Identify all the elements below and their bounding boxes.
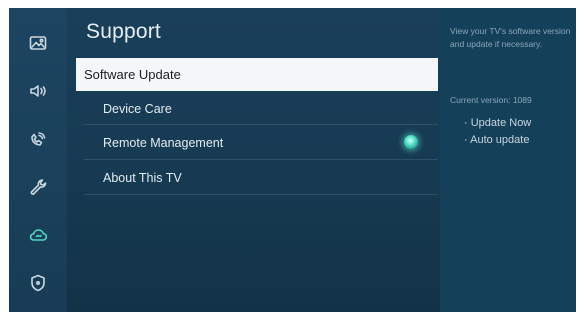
menu-item-label: Remote Management (103, 135, 224, 150)
option-auto-update: · Auto update (464, 134, 530, 146)
menu-item-device-care[interactable]: Device Care (84, 93, 438, 124)
shield-icon[interactable] (25, 270, 51, 296)
divider (84, 194, 438, 195)
tv-screen: Support Software Update Device Care Remo… (9, 8, 576, 312)
menu-item-about-this-tv[interactable]: About This TV (84, 162, 438, 193)
picture-icon[interactable] (25, 30, 51, 56)
info-panel: View your TV's software version and upda… (440, 8, 576, 312)
menu-item-software-update[interactable]: Software Update (76, 58, 438, 91)
wrench-icon[interactable] (25, 174, 51, 200)
menu-item-label: Software Update (84, 67, 181, 82)
sidebar (9, 8, 67, 312)
menu-item-label: About This TV (103, 170, 182, 185)
broadcast-icon[interactable] (25, 126, 51, 152)
support-menu: Support Software Update Device Care Remo… (67, 8, 439, 312)
menu-item-remote-management[interactable]: Remote Management (84, 127, 438, 158)
update-options-list: · Update Now · Auto update (464, 115, 531, 149)
option-update-now: · Update Now (464, 117, 532, 129)
menu-item-label: Device Care (103, 101, 172, 116)
page-title: Support (86, 20, 161, 43)
divider (84, 159, 438, 160)
info-description: View your TV's software version and upda… (450, 26, 571, 49)
current-version: Current version: 1089 (450, 95, 532, 105)
sound-icon[interactable] (25, 78, 51, 104)
cloud-icon[interactable] (25, 222, 51, 248)
status-indicator-dot (404, 135, 418, 149)
divider (84, 124, 438, 125)
